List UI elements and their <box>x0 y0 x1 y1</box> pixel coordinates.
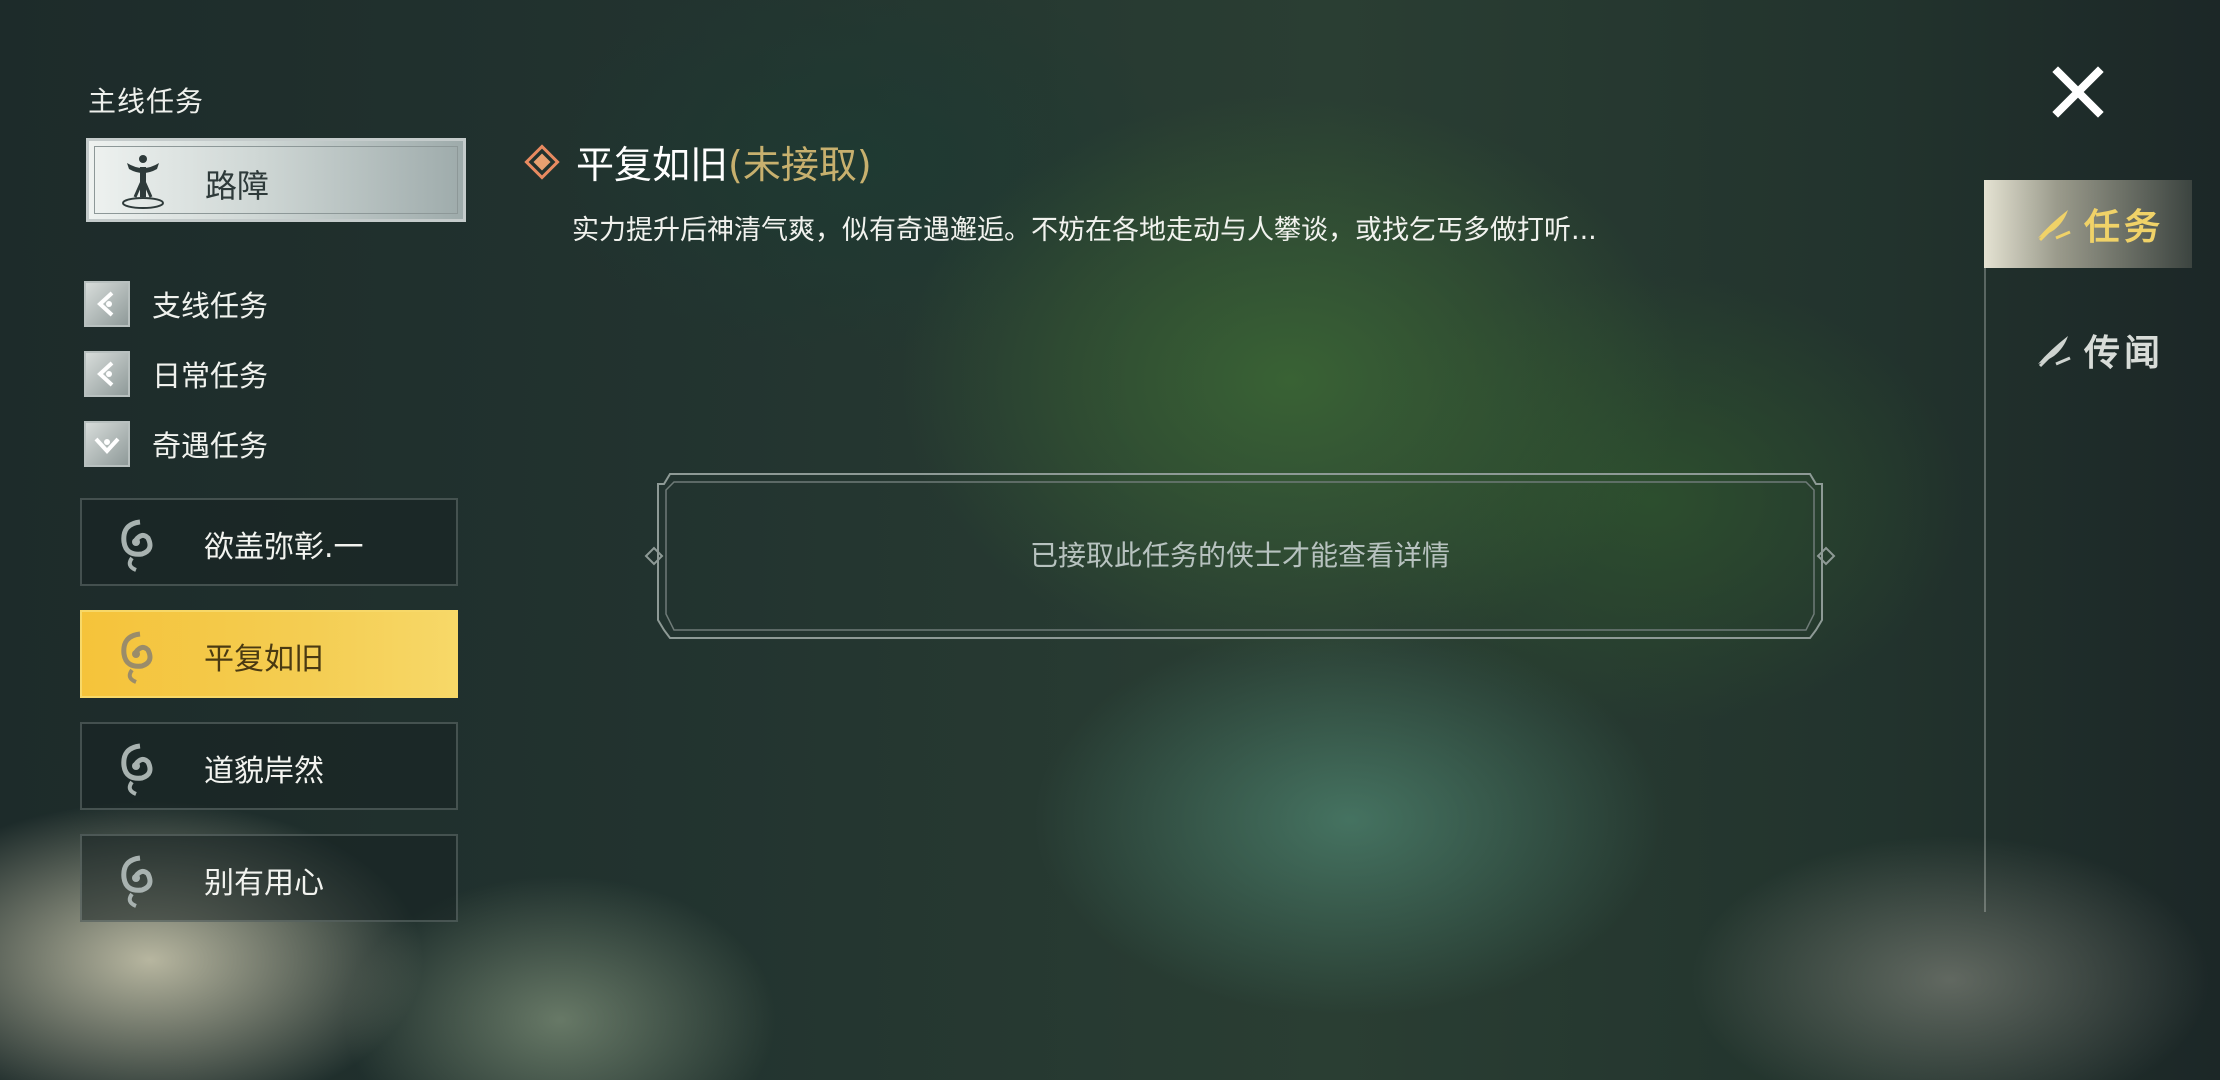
quill-icon <box>2038 210 2071 242</box>
scroll-swirl-icon <box>121 519 153 572</box>
quest-label: 平复如旧 <box>204 642 324 677</box>
quest-description: 实力提升后神清气爽，似有奇遇邂逅。不妨在各地走动与人攀谈，或找乞丐多做打听... <box>572 215 1597 246</box>
close-icon[interactable] <box>2046 60 2110 124</box>
locked-notice-text: 已接取此任务的侠士才能查看详情 <box>1029 539 1450 572</box>
quill-icon <box>2038 336 2071 368</box>
quest-title-text: 平复如旧 <box>576 143 729 187</box>
main-quest-label: 路障 <box>205 167 270 205</box>
category-label: 日常任务 <box>152 359 269 393</box>
quest-status: (未接取) <box>728 143 872 187</box>
tab-task[interactable]: 任务 <box>1984 180 2192 268</box>
diamond-marker-icon <box>524 144 560 180</box>
category-side-quests[interactable]: 支线任务 <box>84 280 268 328</box>
tab-news[interactable]: 传闻 <box>1984 306 2192 394</box>
quest-label: 道貌岸然 <box>204 754 324 789</box>
quest-title: 平复如旧(未接取) <box>576 134 872 189</box>
main-quest-card[interactable]: 路障 <box>86 138 466 222</box>
tab-news-label: 传闻 <box>2084 332 2165 374</box>
chevron-left-emblem-icon <box>84 281 130 327</box>
category-encounter-quests[interactable]: 奇遇任务 <box>84 420 268 468</box>
quest-label: 别有用心 <box>204 866 324 901</box>
main-quest-header: 主线任务 <box>88 85 205 118</box>
tab-task-label: 任务 <box>2084 206 2165 248</box>
quest-item[interactable]: 别有用心 <box>80 834 458 922</box>
quest-item-selected[interactable]: 平复如旧 <box>80 610 458 698</box>
category-label: 奇遇任务 <box>152 429 269 463</box>
tripod-emblem-icon <box>122 155 164 209</box>
chevron-down-emblem-icon <box>84 421 130 467</box>
scroll-swirl-icon <box>121 855 153 908</box>
category-daily-quests[interactable]: 日常任务 <box>84 350 268 398</box>
chevron-left-emblem-icon <box>84 351 130 397</box>
quest-label: 欲盖弥彰.一 <box>204 530 364 565</box>
scroll-swirl-icon <box>121 631 153 684</box>
scroll-swirl-icon <box>121 743 153 796</box>
quest-item[interactable]: 道貌岸然 <box>80 722 458 810</box>
category-label: 支线任务 <box>152 289 269 323</box>
quest-item[interactable]: 欲盖弥彰.一 <box>80 498 458 586</box>
